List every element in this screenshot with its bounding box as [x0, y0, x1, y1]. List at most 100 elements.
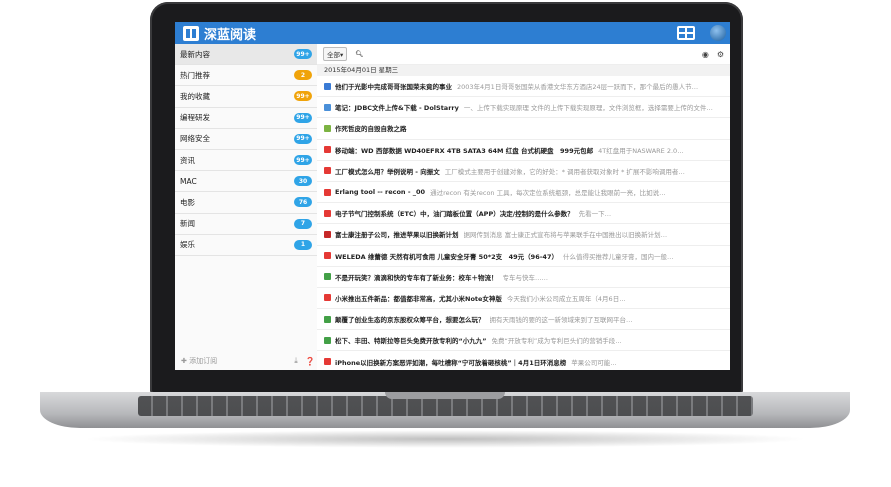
sidebar-item[interactable]: 新闻 7: [175, 214, 317, 235]
article-row[interactable]: 小米推出五件新品：都值都非常高，尤其小米Note女神版 今天我们小米公司成立五周年…: [317, 288, 730, 310]
article-row[interactable]: 不是开玩笑？滴滴和快的专车有了新业务：校车＋物流！ 专车与快车……: [317, 267, 730, 288]
article-row[interactable]: WELEDA 维蕾德 天然有机可食用 儿童安全牙膏 50*2支 49元（96-4…: [317, 246, 730, 267]
sidebar: 最新内容 99+ 热门推荐 2 我的收藏 99+ 编程研发 99+ 网络安全 99+ 资讯 99+ MA…: [175, 44, 318, 370]
sidebar-item[interactable]: 最新内容 99+: [175, 44, 317, 66]
article-summary: 苹果公司可能…: [571, 358, 617, 367]
article-title: 不是开玩笑？滴滴和快的专车有了新业务：校车＋物流！: [335, 273, 498, 282]
article-summary: 先看一下…: [578, 210, 612, 219]
article-row[interactable]: 作死哲皮的自毁自救之路: [317, 118, 730, 140]
date-header: 2015年04月01日 星期三: [317, 65, 730, 76]
sidebar-item-label: 热门推荐: [180, 70, 210, 80]
article-row[interactable]: 颠覆了创业生态的京东股权众筹平台，想要怎么玩？ 拥有天雨钱的要的这一新领域来到了互…: [317, 309, 730, 331]
sidebar-nav: 最新内容 99+ 热门推荐 2 我的收藏 99+ 编程研发 99+ 网络安全 99+ 资讯 99+ MA…: [175, 44, 317, 256]
toolbar-right: ◉ ⚙: [702, 50, 724, 59]
sidebar-item[interactable]: 娱乐 1: [175, 235, 317, 256]
count-badge: 2: [294, 70, 312, 81]
sidebar-item[interactable]: 我的收藏 99+: [175, 86, 317, 108]
sidebar-item[interactable]: 编程研发 99+: [175, 108, 317, 129]
article-summary: 据网传到消息 富士康正式宣布将与苹果联手在中国推出以旧换新计划…: [463, 231, 668, 240]
feed-favicon-icon: [324, 273, 331, 281]
sidebar-item[interactable]: 资讯 99+: [175, 150, 317, 172]
add-subscription-label: 添加订阅: [189, 357, 218, 365]
sidebar-item-label: 网络安全: [180, 134, 210, 144]
toolbar: 全部▾ 🔍︎ ◉ ⚙: [317, 44, 730, 65]
sidebar-item-label: 新闻: [180, 219, 195, 229]
article-summary: 拥有天雨钱的要的这一新领域来到了互联网平台…: [489, 316, 633, 325]
article-summary: 免费“开放专利”成为专利巨头们的营销手段…: [491, 337, 622, 346]
count-badge: 99+: [294, 112, 312, 123]
feed-favicon-icon: [324, 167, 331, 175]
count-badge: 99+: [294, 155, 312, 166]
article-row[interactable]: 电子节气门控制系统（ETC）中，油门踏板位置（APP）决定/控制的是什么参数？ 先…: [317, 203, 730, 225]
sidebar-item-label: 电影: [180, 197, 195, 207]
feed-favicon-icon: [324, 103, 331, 111]
feed-favicon-icon: [324, 188, 331, 196]
article-title: 工厂模式怎么用？举例说明 - 向振文: [335, 167, 440, 176]
article-title: 小米推出五件新品：都值都非常高，尤其小米Note女神版: [335, 294, 502, 303]
feed-favicon-icon: [324, 358, 331, 366]
sidebar-item-label: 最新内容: [180, 49, 210, 59]
article-summary: 一、上传下载实现原理 文件的上传下载实现原理，文件浏览框，选择需要上传的文件…: [463, 104, 713, 113]
app-logo[interactable]: 深蓝阅读: [183, 25, 257, 43]
app-screen: 深蓝阅读 最新内容 99+ 热门推荐 2 我的收藏 99+ 编程研发 99+ 网络安全 99+ 资讯…: [175, 22, 730, 370]
laptop-keyboard: [138, 396, 753, 416]
article-list: 他们于光影中完成哥哥张国荣未竟的事业 2003年4月1日哥哥张国荣从香港文华东方酒…: [317, 76, 730, 370]
article-summary: 工厂模式主要用于创建对象，它的好处：* 调用者获取对象时 * 扩展不影响调用者…: [444, 167, 685, 176]
article-summary: 什么值得买推荐儿童牙膏，国内一般…: [562, 252, 674, 261]
download-icon[interactable]: ⤓: [289, 356, 303, 366]
article-row[interactable]: Erlang tool -- recon - _00 通过recon 有关reco…: [317, 182, 730, 204]
feed-favicon-icon: [324, 294, 331, 302]
article-title: 富士康注册子公司，推进苹果以旧换新计划: [335, 231, 459, 240]
feed-favicon-icon: [324, 124, 331, 132]
count-badge: 76: [294, 197, 312, 208]
mark-read-icon[interactable]: ◉: [702, 50, 709, 59]
article-title: 移动端：WD 西部数据 WD40EFRX 4TB SATA3 64M 红盘 台式…: [335, 146, 594, 155]
sidebar-item[interactable]: 电影 76: [175, 192, 317, 214]
feed-favicon-icon: [324, 230, 331, 238]
article-summary: 专车与快车……: [502, 273, 549, 282]
filter-dropdown[interactable]: 全部▾: [323, 47, 348, 61]
laptop-shadow: [80, 430, 810, 448]
count-badge: 99+: [294, 133, 312, 144]
article-title: 电子节气门控制系统（ETC）中，油门踏板位置（APP）决定/控制的是什么参数？: [335, 210, 574, 219]
app-name: 深蓝阅读: [204, 27, 257, 43]
search-icon[interactable]: 🔍︎: [355, 50, 363, 58]
gear-icon[interactable]: ⚙: [717, 50, 724, 59]
grid-view-icon[interactable]: [677, 26, 695, 40]
article-summary: 2003年4月1日哥哥张国荣从香港文华东方酒店24层一跃而下，那个最后的愚人节…: [457, 83, 699, 92]
app-header: 深蓝阅读: [175, 22, 730, 44]
article-title: WELEDA 维蕾德 天然有机可食用 儿童安全牙膏 50*2支 49元（96-4…: [335, 252, 558, 261]
avatar[interactable]: [710, 25, 726, 41]
sidebar-item[interactable]: 热门推荐 2: [175, 65, 317, 87]
count-badge: 99+: [294, 91, 312, 102]
article-summary: 通过recon 有关recon 工具，每次定位系统瓶颈，总是能让我眼前一亮，比如…: [430, 189, 666, 198]
article-summary: 4T红盘用于NASWARE 2.0…: [598, 146, 684, 155]
sidebar-item-label: 娱乐: [180, 240, 195, 250]
article-row[interactable]: 他们于光影中完成哥哥张国荣未竟的事业 2003年4月1日哥哥张国荣从香港文华东方酒…: [317, 76, 730, 98]
count-badge: 1: [294, 239, 312, 250]
laptop-notch: [385, 392, 505, 399]
help-icon[interactable]: ❓: [303, 357, 317, 366]
count-badge: 30: [294, 176, 312, 187]
article-row[interactable]: 松下、丰田、特斯拉等巨头免费开放专利的“小九九” 免费“开放专利”成为专利巨头们的…: [317, 330, 730, 352]
add-subscription-button[interactable]: ✚ 添加订阅: [181, 356, 289, 366]
article-row[interactable]: 工厂模式怎么用？举例说明 - 向振文 工厂模式主要用于创建对象，它的好处：* 调用…: [317, 161, 730, 182]
sidebar-item-label: 资讯: [180, 155, 195, 165]
article-row[interactable]: 笔记：JDBC文件上传&下载 - DolStarry 一、上传下载实现原理 文件的…: [317, 97, 730, 119]
sidebar-footer: ✚ 添加订阅 ⤓ ❓: [175, 352, 317, 370]
article-row[interactable]: iPhone以旧换新方案恶评如潮，每吐槽称“宁可放着砸核桃”｜4月1日环消息榜苹…: [317, 351, 730, 370]
feed-favicon-icon: [324, 336, 331, 344]
sidebar-item[interactable]: MAC 30: [175, 171, 317, 193]
sidebar-item-label: 编程研发: [180, 113, 210, 123]
book-icon: [183, 25, 199, 41]
article-row[interactable]: 移动端：WD 西部数据 WD40EFRX 4TB SATA3 64M 红盘 台式…: [317, 140, 730, 161]
article-summary: 今天我们小米公司成立五周年（4月6日…: [506, 294, 626, 303]
article-title: iPhone以旧换新方案恶评如潮，每吐槽称“宁可放着砸核桃”｜4月1日环消息榜: [335, 358, 567, 367]
article-row[interactable]: 富士康注册子公司，推进苹果以旧换新计划 据网传到消息 富士康正式宣布将与苹果联手在…: [317, 224, 730, 246]
count-badge: 99+: [294, 49, 312, 60]
article-title: 松下、丰田、特斯拉等巨头免费开放专利的“小九九”: [335, 337, 487, 346]
feed-favicon-icon: [324, 82, 331, 90]
sidebar-item[interactable]: 网络安全 99+: [175, 129, 317, 150]
feed-favicon-icon: [324, 146, 331, 154]
sidebar-item-label: MAC: [180, 176, 197, 186]
